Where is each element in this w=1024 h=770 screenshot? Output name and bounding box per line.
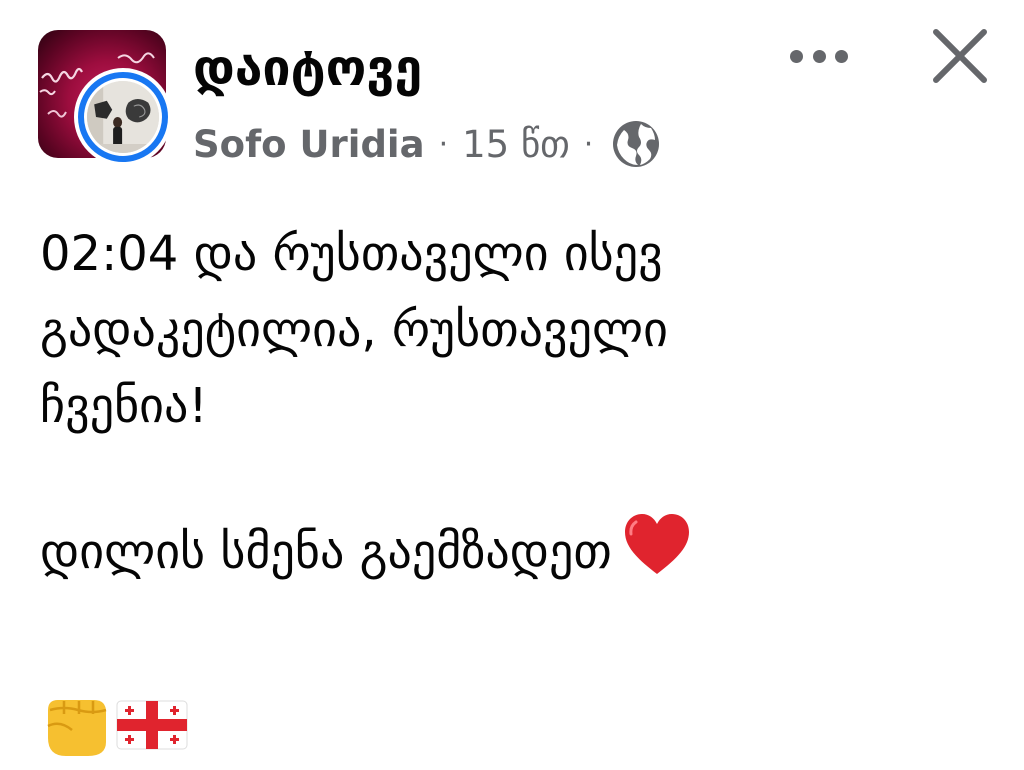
dot-icon [812,49,826,63]
post-time[interactable]: 15 წთ [462,123,570,166]
red-heart-emoji [624,514,689,574]
post-meta: Sofo Uridia · 15 წთ · [193,118,661,170]
post-card: დაიტოვე Sofo Uridia · 15 წთ · 02:04 და რ… [0,0,1024,770]
raised-fist-emoji [47,700,107,756]
post-body: 02:04 და რუსთაველი ისევ გადაკეტილია, რუს… [40,216,1000,590]
post-text-line-2: დილის სმენა გაემზადეთ [40,524,612,580]
georgia-flag-emoji [116,700,188,750]
more-options-button[interactable] [784,36,854,76]
dot-icon [835,49,848,63]
globe-icon[interactable] [611,119,661,169]
post-text-line: 02:04 და რუსთაველი ისევ [40,226,663,282]
emoji-row [38,690,188,760]
author-name[interactable]: Sofo Uridia [193,123,425,166]
dot-icon [790,49,803,63]
author-photo [87,81,159,153]
close-icon[interactable] [928,24,992,88]
group-name[interactable]: დაიტოვე [193,36,422,100]
meta-separator: · [583,126,594,162]
author-avatar[interactable] [74,68,172,166]
post-text-line: გადაკეტილია, რუსთაველი [40,302,668,358]
story-ring [78,72,168,162]
post-text-line: ჩვენია! [40,378,208,434]
meta-separator: · [438,126,449,162]
post-text-line: დილის სმენა გაემზადეთ [40,512,1000,590]
author-photo-scene [87,81,159,153]
